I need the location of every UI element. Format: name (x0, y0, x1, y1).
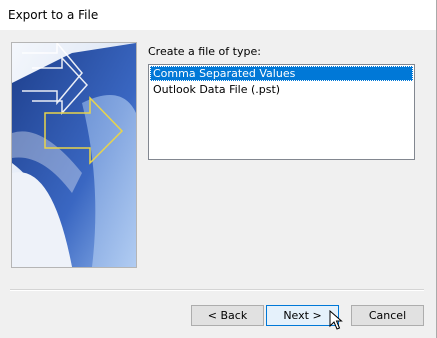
wizard-illustration (11, 42, 137, 268)
title-bar: Export to a File (0, 0, 436, 30)
mouse-pointer-icon (329, 310, 343, 330)
file-type-label: Create a file of type: (148, 45, 261, 58)
back-button[interactable]: < Back (191, 305, 264, 326)
list-item-csv[interactable]: Comma Separated Values (150, 66, 413, 81)
export-to-file-dialog: Export to a File Create a file of type: … (0, 0, 437, 338)
window-title: Export to a File (8, 8, 99, 22)
file-type-listbox[interactable]: Comma Separated Values Outlook Data File… (148, 64, 415, 160)
list-item-pst[interactable]: Outlook Data File (.pst) (150, 82, 413, 97)
wizard-arrows-graphic (12, 43, 136, 267)
cancel-button[interactable]: Cancel (351, 305, 424, 326)
button-divider (10, 289, 424, 291)
